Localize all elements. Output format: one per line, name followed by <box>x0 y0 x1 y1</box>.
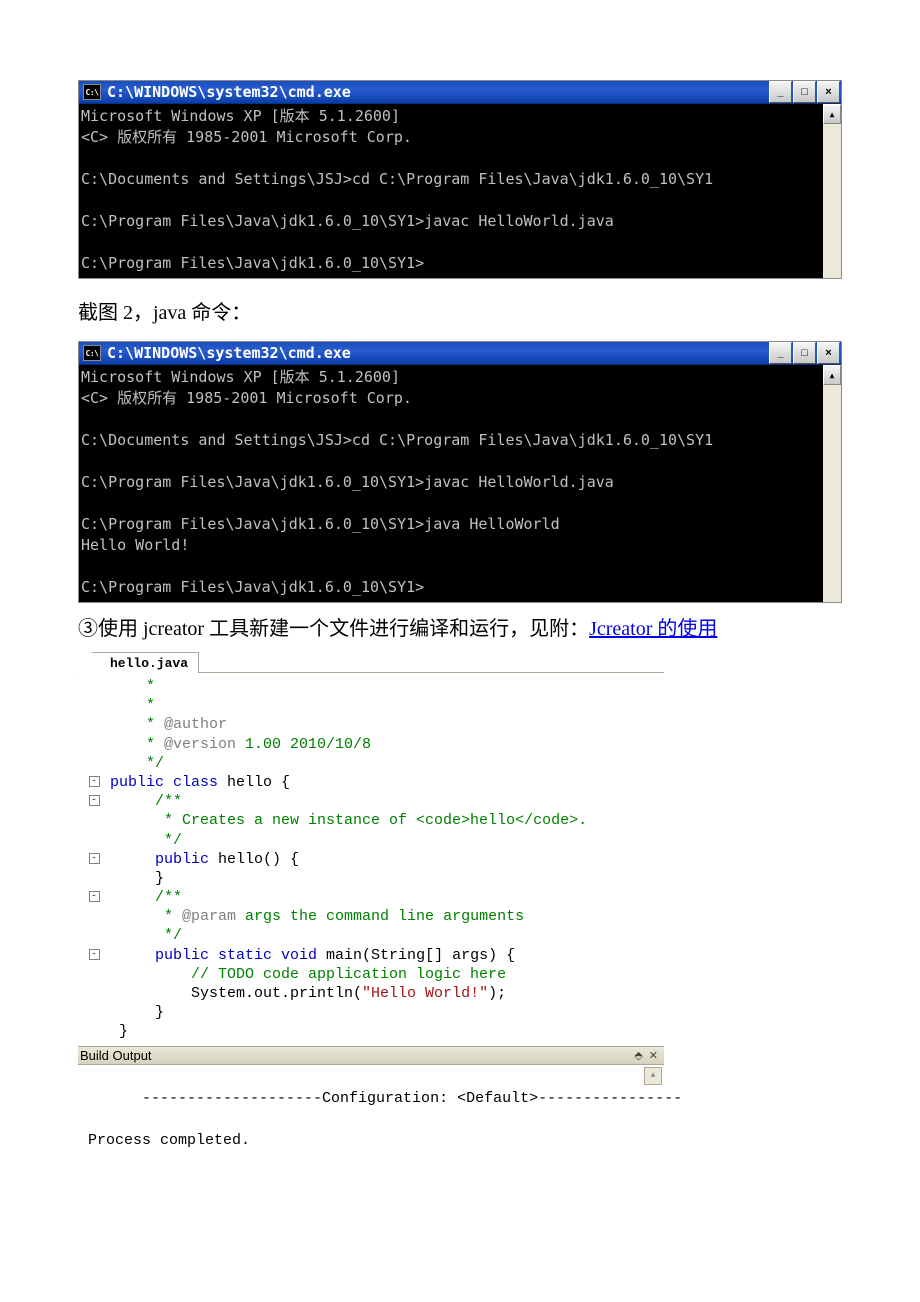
build-output-title: Build Output <box>80 1048 152 1063</box>
scroll-up-button[interactable]: ▲ <box>823 365 841 385</box>
scroll-up-button[interactable]: ▲ <box>644 1067 662 1085</box>
caption-2: 截图 2，java 命令： <box>78 297 842 329</box>
editor-tab-hello[interactable]: hello.java <box>100 652 199 673</box>
code-area[interactable]: * * * @author * @version 1.00 2010/10/8 … <box>78 673 664 1046</box>
code-line: } <box>110 869 664 888</box>
pin-icon[interactable]: ⬘ <box>634 1049 642 1062</box>
close-button[interactable]: × <box>817 342 840 364</box>
minimize-button[interactable]: _ <box>769 342 792 364</box>
code-line: */ <box>110 926 664 945</box>
build-output-titlebar[interactable]: Build Output ⬘ ✕ <box>78 1046 664 1065</box>
cmd-output: Microsoft Windows XP [版本 5.1.2600] <C> 版… <box>79 104 823 278</box>
cmd-title-text: C:\WINDOWS\system32\cmd.exe <box>101 344 769 362</box>
scroll-up-button[interactable]: ▲ <box>823 104 841 124</box>
cmd-output: Microsoft Windows XP [版本 5.1.2600] <C> 版… <box>79 365 823 602</box>
code-line: } <box>110 1022 664 1041</box>
scroll-track[interactable] <box>823 124 841 278</box>
scrollbar[interactable]: ▲ <box>823 365 841 602</box>
maximize-button[interactable]: □ <box>793 342 816 364</box>
close-icon[interactable]: ✕ <box>649 1049 658 1062</box>
jcreator-link[interactable]: Jcreator 的使用 <box>589 618 717 640</box>
instruction-3-text: ③使用 jcreator 工具新建一个文件进行编译和运行，见附： <box>78 618 589 640</box>
fold-icon[interactable]: - <box>89 891 100 902</box>
jcreator-editor: hello.java * * * @author * @version 1.00… <box>78 651 664 1211</box>
code-line: /** <box>110 792 664 811</box>
maximize-button[interactable]: □ <box>793 81 816 103</box>
instruction-3: ③使用 jcreator 工具新建一个文件进行编译和运行，见附：Jcreator… <box>78 613 842 645</box>
close-button[interactable]: × <box>817 81 840 103</box>
fold-icon[interactable]: - <box>89 853 100 864</box>
code-line: * <box>110 677 664 696</box>
build-output-body: --------------------Configuration: <Defa… <box>78 1065 664 1211</box>
cmd-title-text: C:\WINDOWS\system32\cmd.exe <box>101 83 769 101</box>
code-line: * <box>110 696 664 715</box>
code-line: */ <box>110 754 664 773</box>
cmd-window-1: C:\ C:\WINDOWS\system32\cmd.exe _ □ × Mi… <box>78 80 842 279</box>
document-page: C:\ C:\WINDOWS\system32\cmd.exe _ □ × Mi… <box>0 0 920 1251</box>
fold-icon[interactable]: - <box>89 949 100 960</box>
cmd-titlebar[interactable]: C:\ C:\WINDOWS\system32\cmd.exe _ □ × <box>79 342 841 365</box>
code-line: // TODO code application logic here <box>110 965 664 984</box>
fold-icon[interactable]: - <box>89 795 100 806</box>
scrollbar[interactable]: ▲ <box>823 104 841 278</box>
cmd-icon: C:\ <box>83 345 101 361</box>
scroll-track[interactable] <box>823 385 841 602</box>
code-line: */ <box>110 831 664 850</box>
cmd-window-2: C:\ C:\WINDOWS\system32\cmd.exe _ □ × Mi… <box>78 341 842 603</box>
editor-tabbar: hello.java <box>78 651 664 673</box>
code-line: /** <box>110 888 664 907</box>
cmd-titlebar[interactable]: C:\ C:\WINDOWS\system32\cmd.exe _ □ × <box>79 81 841 104</box>
code-line: * Creates a new instance of <code>hello<… <box>110 811 664 830</box>
minimize-button[interactable]: _ <box>769 81 792 103</box>
code-line: } <box>110 1003 664 1022</box>
cmd-icon: C:\ <box>83 84 101 100</box>
fold-icon[interactable]: - <box>89 776 100 787</box>
build-output-text: --------------------Configuration: <Defa… <box>88 1090 682 1149</box>
